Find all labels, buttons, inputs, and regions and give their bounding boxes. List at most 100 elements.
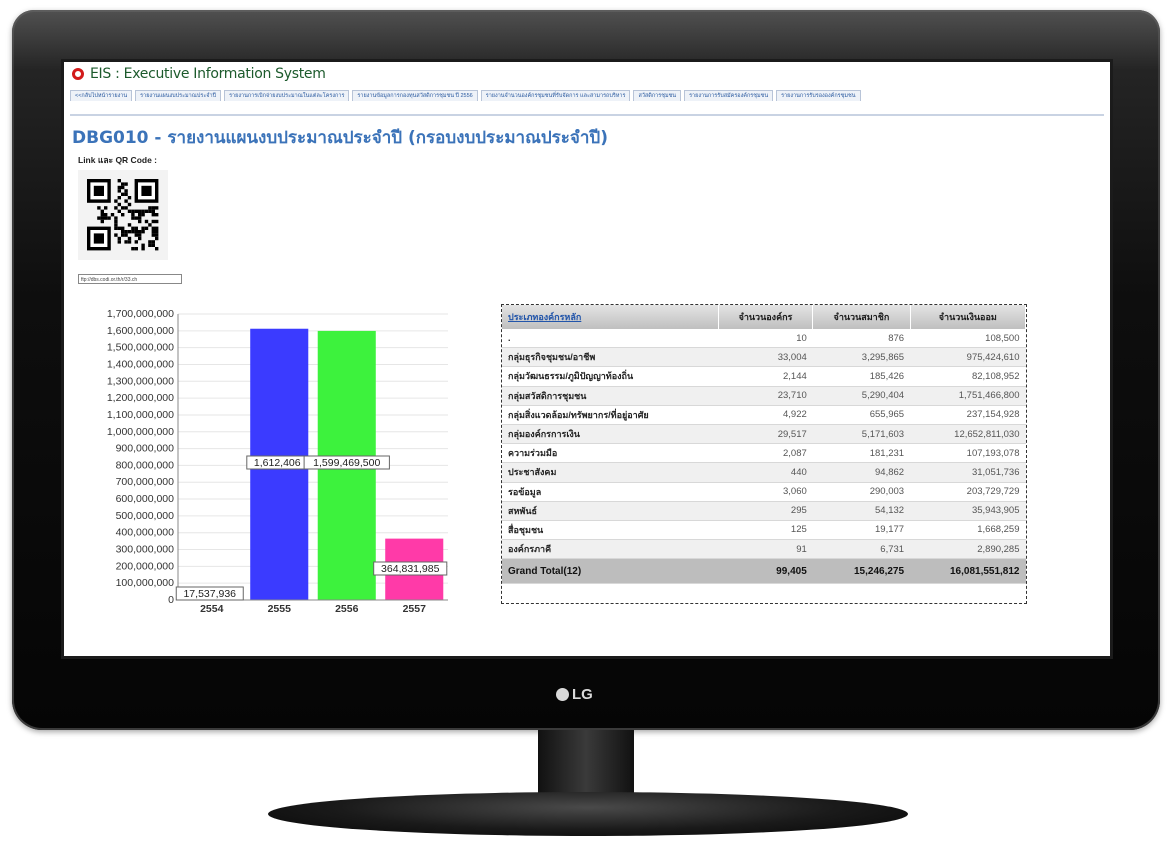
table-header-row: ประเภทองค์กรหลัก จำนวนองค์กร จำนวนสมาชิก…	[502, 305, 1026, 329]
row-savings: 1,668,259	[910, 520, 1026, 541]
row-members: 655,965	[812, 405, 911, 425]
row-members: 5,290,404	[812, 386, 911, 406]
row-savings: 31,051,736	[910, 462, 1026, 483]
lg-logo: LG	[556, 686, 593, 703]
monitor-base	[268, 792, 908, 836]
row-savings: 203,729,729	[910, 482, 1026, 502]
row-org-count: 2,087	[718, 443, 813, 464]
monitor-screen: EIS : Executive Information System <<กลั…	[64, 62, 1110, 656]
row-org-type: ประชาสังคม	[502, 462, 719, 483]
lg-dot-icon	[556, 688, 569, 701]
row-members: 5,171,603	[812, 424, 911, 445]
row-org-type: องค์กรภาคี	[502, 539, 719, 560]
row-org-type: กลุ่มองค์กรการเงิน	[502, 424, 719, 445]
row-org-type: .	[502, 329, 719, 349]
y-tick-label: 1,400,000,000	[107, 358, 174, 370]
tab-org-certification[interactable]: รายงานการรับรององค์กรชุมชน	[776, 90, 861, 101]
tab-welfare-fund[interactable]: รายงานข้อมูลการกองทุนสวัสดิการชุมชน ปี 2…	[352, 90, 478, 101]
row-org-count: 29,517	[718, 424, 813, 445]
y-tick-label: 200,000,000	[116, 560, 175, 572]
row-org-count: 2,144	[718, 366, 813, 387]
row-org-type: สื่อชุมชน	[502, 520, 719, 541]
y-tick-label: 1,700,000,000	[107, 308, 174, 320]
row-savings: 975,424,610	[910, 347, 1026, 368]
y-tick-label: 900,000,000	[116, 443, 175, 455]
row-org-type: ความร่วมมือ	[502, 443, 719, 464]
x-tick-label: 2554	[200, 603, 224, 615]
total-members: 15,246,275	[812, 558, 911, 585]
row-savings: 237,154,928	[910, 405, 1026, 425]
x-tick-label: 2557	[403, 603, 427, 615]
eis-logo-icon	[72, 68, 84, 80]
row-members: 290,003	[812, 482, 911, 502]
tab-budget-plan[interactable]: รายงานแผนงบประมาณประจำปี	[135, 90, 222, 101]
row-org-type: รอข้อมูล	[502, 482, 719, 502]
total-label: Grand Total(12)	[502, 558, 719, 585]
row-savings: 82,108,952	[910, 366, 1026, 387]
page-title: DBG010 - รายงานแผนงบประมาณประจำปี (กรอบง…	[72, 128, 608, 148]
col-header-org-type[interactable]: ประเภทองค์กรหลัก	[502, 305, 719, 329]
tabs-divider	[70, 114, 1104, 116]
row-org-type: กลุ่มธุรกิจชุมชน/อาชีพ	[502, 347, 719, 368]
row-org-type: กลุ่มสวัสดิการชุมชน	[502, 386, 719, 406]
row-savings: 35,943,905	[910, 501, 1026, 521]
y-tick-label: 1,100,000,000	[107, 409, 174, 421]
app-header: EIS : Executive Information System	[72, 66, 326, 82]
row-savings: 2,890,285	[910, 539, 1026, 560]
data-label-2556: 1,599,469,500	[313, 457, 380, 469]
row-members: 3,295,865	[812, 347, 911, 368]
qr-url-field[interactable]: ftp://dbs.codi.or.th/r/33.ch	[78, 274, 182, 284]
y-tick-label: 300,000,000	[116, 544, 175, 556]
y-tick-label: 400,000,000	[116, 527, 175, 539]
qr-label: Link และ QR Code :	[78, 155, 158, 165]
table-row: กลุ่มธุรกิจชุมชน/อาชีพ 33,004 3,295,865 975…	[502, 347, 1026, 368]
col-header-savings: จำนวนเงินออม	[910, 305, 1026, 329]
y-tick-label: 1,200,000,000	[107, 392, 174, 404]
y-tick-label: 1,000,000,000	[107, 426, 174, 438]
tab-org-count[interactable]: รายงานจำนวนองค์กรชุมชนที่รับจัดการ และสา…	[480, 90, 631, 101]
y-tick-label: 500,000,000	[116, 510, 175, 522]
total-org-count: 99,405	[718, 558, 813, 585]
qr-code-icon[interactable]	[78, 170, 168, 260]
table-row: กลุ่มสิ่งแวดล้อม/ทรัพยากร/ที่อยู่อาศัย 4,…	[502, 405, 1026, 425]
tab-org-registration[interactable]: รายงานการรับสมัครองค์กรชุมชน	[684, 90, 774, 101]
row-org-count: 23,710	[718, 386, 813, 406]
row-savings: 107,193,078	[910, 443, 1026, 464]
row-org-count: 440	[718, 462, 813, 483]
row-savings: 12,652,811,030	[910, 424, 1026, 445]
table-row: สหพันธ์ 295 54,132 35,943,905	[502, 501, 1026, 521]
y-tick-label: 1,500,000,000	[107, 342, 174, 354]
tab-disbursement[interactable]: รายงานการเบิกจ่ายงบประมาณในแต่ละโครงการ	[224, 90, 350, 101]
row-org-type: สหพันธ์	[502, 501, 719, 521]
data-label-2555: 1,612,406	[254, 457, 301, 469]
x-tick-label: 2555	[268, 603, 292, 615]
table-row: ประชาสังคม 440 94,862 31,051,736	[502, 462, 1026, 483]
row-org-count: 125	[718, 520, 813, 541]
grand-total-row: Grand Total(12) 99,405 15,246,275 16,081,55…	[502, 558, 1026, 585]
table-row: ความร่วมมือ 2,087 181,231 107,193,078	[502, 443, 1026, 464]
row-org-count: 33,004	[718, 347, 813, 368]
y-tick-label: 800,000,000	[116, 459, 175, 471]
table-row: กลุ่มสวัสดิการชุมชน 23,710 5,290,404 1,751,…	[502, 386, 1026, 406]
chart-canvas: 0 100,000,000 200,000,000 300,000,000 400,00…	[107, 308, 448, 615]
tab-back[interactable]: <<กลับไปหน้ารายงาน	[70, 90, 133, 101]
row-org-count: 91	[718, 539, 813, 560]
row-members: 6,731	[812, 539, 911, 560]
budget-bar-chart: 0 100,000,000 200,000,000 300,000,000 400,00…	[72, 298, 456, 638]
row-members: 19,177	[812, 520, 911, 541]
data-label-2554: 17,537,936	[183, 588, 236, 600]
app-title: EIS : Executive Information System	[90, 66, 326, 82]
y-tick-label: 600,000,000	[116, 493, 175, 505]
tab-community-welfare[interactable]: สวัสดิการชุมชน	[633, 90, 682, 101]
y-tick-label: 1,600,000,000	[107, 325, 174, 337]
row-members: 181,231	[812, 443, 911, 464]
row-org-count: 295	[718, 501, 813, 521]
x-tick-label: 2556	[335, 603, 359, 615]
table-row: สื่อชุมชน 125 19,177 1,668,259	[502, 520, 1026, 541]
report-tabs: <<กลับไปหน้ารายงาน รายงานแผนงบประมาณประจ…	[70, 90, 1104, 101]
row-members: 185,426	[812, 366, 911, 387]
row-org-count: 3,060	[718, 482, 813, 502]
row-savings: 1,751,466,800	[910, 386, 1026, 406]
row-members: 876	[812, 329, 911, 349]
data-label-2557: 364,831,985	[381, 563, 440, 575]
